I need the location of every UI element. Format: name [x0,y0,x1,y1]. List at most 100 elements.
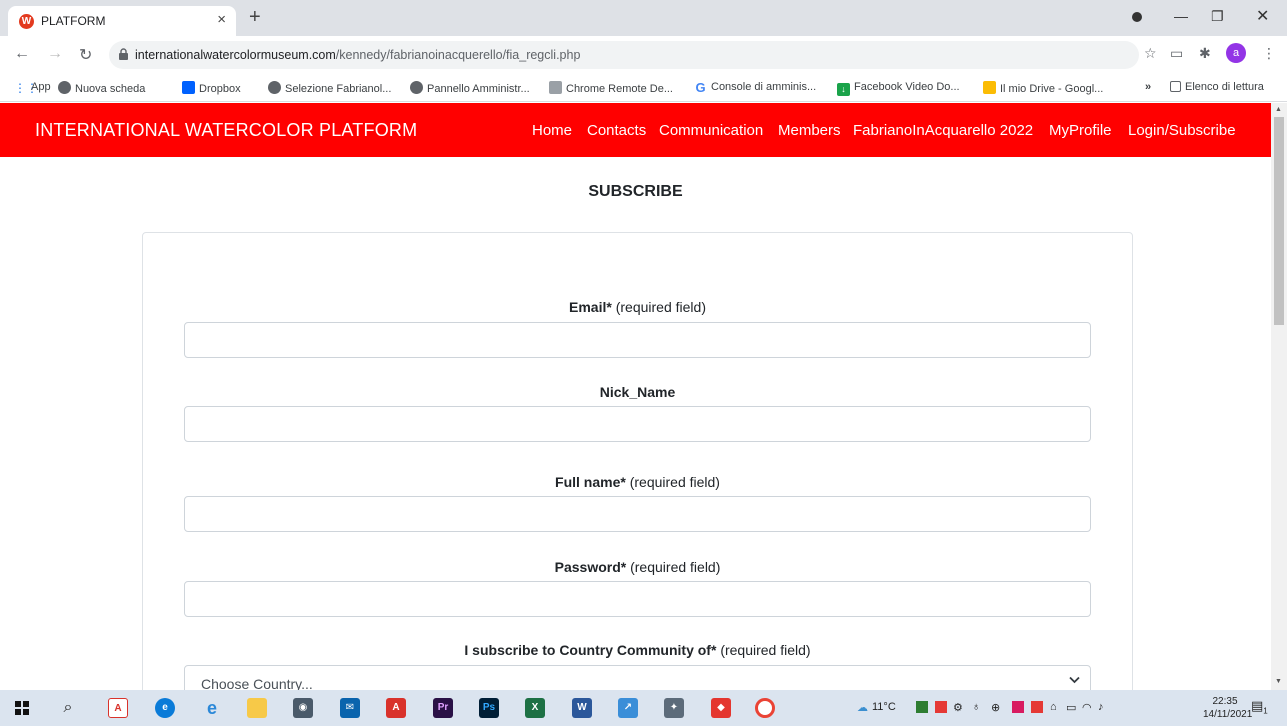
restore-icon[interactable]: ❐ [1211,8,1224,25]
bookmark-selezione[interactable]: Selezione Fabrianol... [268,81,391,95]
internet-explorer-icon[interactable]: e [202,698,222,718]
tray-app-icon[interactable]: ⚙ [953,701,963,714]
page-title: SUBSCRIBE [588,183,683,200]
bookmark-apps[interactable]: ⋮⋮App [14,81,51,95]
windows-taskbar: ⌕ A e e ◉ ✉ A Pr Ps X W ↗ ✦ ◆ ☁ 11°C ⚙ ♁… [0,690,1287,726]
reading-list-icon [1170,81,1181,92]
page-scrollbar[interactable]: ▲ ▼ [1271,103,1287,690]
mail-icon[interactable]: ✉ [340,698,360,718]
bookmark-pannello[interactable]: Pannello Amministr... [410,81,530,95]
reload-icon[interactable]: ↻ [79,45,92,65]
camera-icon[interactable]: ◉ [293,698,313,718]
chrome-menu-icon[interactable]: ⋮ [1262,45,1276,62]
extensions-icon[interactable]: ✱ [1199,45,1211,62]
photoshop-icon[interactable]: Ps [479,698,499,718]
bookmark-label: Dropbox [199,83,241,95]
nav-login-subscribe[interactable]: Login/Subscribe [1128,122,1236,139]
close-window-icon[interactable]: ✕ [1256,6,1269,26]
search-icon[interactable]: ⌕ [58,698,78,718]
scroll-down-icon[interactable]: ▼ [1275,678,1282,685]
globe-icon [268,81,281,94]
bookmark-star-icon[interactable]: ☆ [1144,45,1157,62]
scrollbar-thumb[interactable] [1274,117,1284,325]
browser-menu-dot-icon[interactable] [1131,10,1143,26]
password-label-text: Password* [554,559,627,575]
bookmark-console[interactable]: G Console di amminis... [694,81,816,94]
tray-app-icon[interactable] [1012,701,1024,713]
page-viewport: INTERNATIONAL WATERCOLOR PLATFORM Home C… [0,103,1271,690]
chevron-down-icon [1069,675,1080,687]
nick-name-field[interactable] [184,406,1091,442]
lock-icon [119,48,128,60]
weather-temperature[interactable]: 11°C [872,701,896,713]
nav-fabrianoinacquarello[interactable]: FabrianoInAcquarello 2022 [853,122,1033,139]
windows-start-icon[interactable] [12,698,32,718]
nav-members[interactable]: Members [778,122,841,139]
cast-icon[interactable]: ▭ [1170,45,1183,62]
anydesk-icon[interactable]: ◆ [711,698,731,718]
tray-app-icon[interactable] [1031,701,1043,713]
apps-grid-icon: ⋮⋮ [14,81,38,95]
site-brand[interactable]: INTERNATIONAL WATERCOLOR PLATFORM [35,120,417,141]
clock-date: 14/11/2021 [1203,709,1253,720]
acrobat-reader-icon[interactable]: A [108,698,128,718]
nav-myprofile[interactable]: MyProfile [1049,122,1112,139]
chrome-icon[interactable] [755,698,775,718]
bookmark-label: Chrome Remote De... [566,83,673,95]
nav-home[interactable]: Home [532,122,572,139]
full-name-field[interactable] [184,496,1091,532]
app-icon[interactable]: ↗ [618,698,638,718]
required-note: (required field) [615,299,706,315]
browser-tab[interactable]: W PLATFORM × [8,6,236,36]
reading-list-label: Elenco di lettura [1185,81,1264,93]
password-field[interactable] [184,581,1091,617]
address-bar[interactable]: internationalwatercolormuseum.com/kenned… [109,41,1139,69]
file-explorer-icon[interactable] [247,698,267,718]
excel-icon[interactable]: X [525,698,545,718]
bookmark-facebook[interactable]: ↓ Facebook Video Do... [837,81,960,96]
nav-communication[interactable]: Communication [659,122,763,139]
app-icon[interactable]: ✦ [664,698,684,718]
tray-app-icon[interactable]: ♁ [972,701,980,713]
tab-title: PLATFORM [41,14,106,28]
bookmark-label: Pannello Amministr... [427,83,530,95]
battery-icon[interactable]: ▭ [1066,701,1076,714]
wifi-icon[interactable]: ◠ [1082,701,1092,714]
notifications-icon[interactable]: ▤1 [1251,698,1268,716]
close-tab-icon[interactable]: × [217,11,226,28]
word-icon[interactable]: W [572,698,592,718]
email-field[interactable] [184,322,1091,358]
bookmark-dropbox[interactable]: Dropbox [182,81,241,95]
country-select[interactable]: Choose Country... [184,665,1091,690]
premiere-icon[interactable]: Pr [433,698,453,718]
clock-time: 22:35 [1212,696,1238,707]
minimize-icon[interactable]: — [1174,8,1188,24]
scroll-up-icon[interactable]: ▲ [1275,106,1282,113]
bookmarks-overflow-button[interactable]: » [1145,81,1151,93]
google-icon: G [695,80,706,95]
volume-icon[interactable]: ♪ [1098,701,1104,713]
forward-icon[interactable]: → [47,45,63,63]
nav-contacts[interactable]: Contacts [587,122,646,139]
weather-icon[interactable]: ☁ [857,701,868,714]
new-tab-icon[interactable]: + [249,6,261,29]
edge-icon[interactable]: e [155,698,175,718]
bookmark-nuova-scheda[interactable]: Nuova scheda [58,81,145,95]
url-path: /kennedy/fabrianoinacquerello/fia_regcli… [335,48,581,62]
globe-icon [58,81,71,94]
bookmark-remote[interactable]: Chrome Remote De... [549,81,673,95]
tray-app-icon[interactable] [935,701,947,713]
bookmark-label: Selezione Fabrianol... [285,83,392,95]
tray-app-icon[interactable] [916,701,928,713]
back-icon[interactable]: ← [14,45,30,63]
dropbox-icon [182,81,195,94]
usb-icon[interactable]: ⌂ [1050,701,1057,713]
profile-avatar[interactable]: a [1226,43,1246,63]
system-clock[interactable]: 22:35 14/11/2021 [1203,695,1253,721]
url-text: internationalwatercolormuseum.com/kenned… [135,48,580,62]
bookmark-drive[interactable]: Il mio Drive - Googl... [983,81,1103,95]
reading-list-button[interactable]: Elenco di lettura [1170,81,1264,93]
full-name-label-text: Full name* [555,474,626,490]
tray-app-icon[interactable]: ⊕ [991,701,1000,714]
acrobat-icon[interactable]: A [386,698,406,718]
